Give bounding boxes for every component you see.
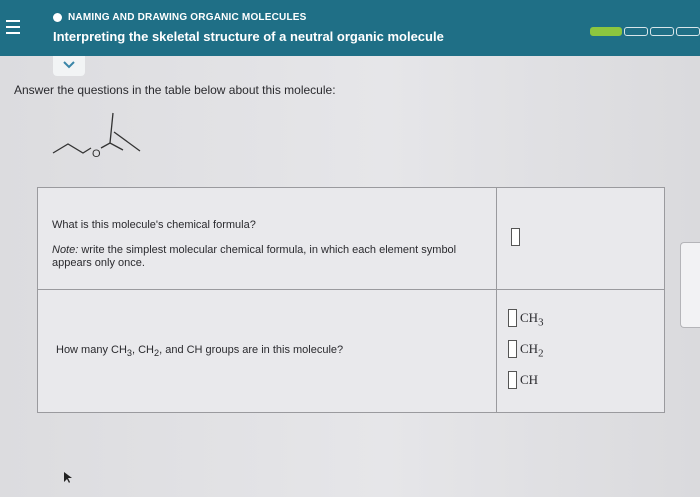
menu-icon[interactable] [6, 20, 20, 34]
skeletal-structure-image: O [52, 112, 141, 160]
ch-label: CH [520, 372, 538, 391]
note-prefix: Note: [52, 244, 79, 256]
ch3-count-input[interactable] [508, 309, 517, 327]
formula-answer-input[interactable] [511, 228, 520, 246]
formula-question: What is this molecule's chemical formula… [52, 219, 256, 231]
collapse-toggle[interactable] [53, 56, 85, 76]
table-row: How many CH 3 , CH 2 , and CH groups are in … [38, 289, 664, 412]
column-divider [496, 188, 497, 412]
progress-segment [676, 27, 700, 36]
header-bar: NAMING AND DRAWING ORGANIC MOLECULES Int… [0, 0, 700, 56]
formula-note: Note: write the simplest molecular chemi… [52, 244, 472, 270]
groups-question-part: , and CH groups are in this molecule? [159, 344, 344, 356]
topic-status-icon [53, 13, 62, 22]
group-label: CH [520, 341, 539, 356]
progress-segment [590, 27, 622, 36]
ch2-count-input[interactable] [508, 340, 517, 358]
group-label: CH [520, 310, 539, 325]
cursor-icon [64, 472, 72, 483]
ch-count-input[interactable] [508, 371, 517, 389]
page-title: Interpreting the skeletal structure of a… [53, 29, 444, 44]
instruction-text: Answer the questions in the table below … [14, 83, 336, 97]
progress-segment [624, 27, 648, 36]
groups-question-part: , CH [132, 344, 154, 356]
groups-question-part: How many CH [56, 344, 127, 356]
topic-label: NAMING AND DRAWING ORGANIC MOLECULES [68, 12, 307, 23]
progress-bar [590, 27, 700, 37]
content-area: Answer the questions in the table below … [0, 56, 700, 497]
chevron-down-icon [63, 61, 75, 69]
group-sub: 2 [538, 347, 544, 360]
note-text: write the simplest molecular chemical fo… [52, 244, 457, 269]
groups-question: How many CH3, CH2, and CH groups are in … [56, 344, 343, 358]
group-label: CH [520, 372, 539, 387]
group-sub: 3 [538, 316, 544, 329]
oxygen-atom-label: O [92, 148, 101, 160]
ch3-label: CH3 [520, 310, 543, 329]
side-panel-handle[interactable] [680, 242, 700, 328]
ch2-label: CH2 [520, 341, 543, 360]
table-row: What is this molecule's chemical formula… [38, 188, 664, 290]
progress-segment [650, 27, 674, 36]
question-table: What is this molecule's chemical formula… [37, 187, 665, 413]
